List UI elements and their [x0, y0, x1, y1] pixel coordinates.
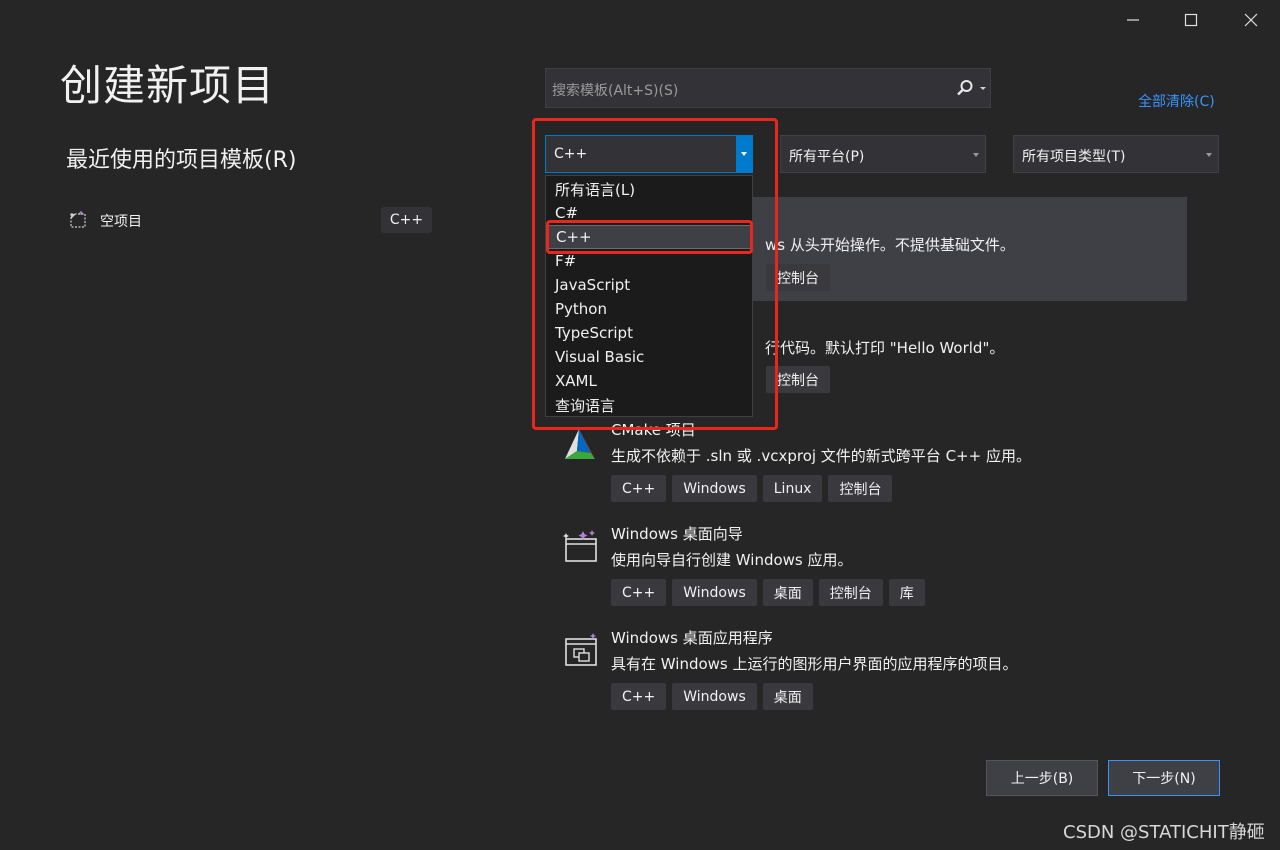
language-option-all[interactable]: 所有语言(L): [547, 177, 751, 201]
empty-project-icon: [69, 210, 89, 234]
language-option-javascript[interactable]: JavaScript: [547, 273, 751, 297]
template-desc: 生成不依赖于 .sln 或 .vcxproj 文件的新式跨平台 C++ 应用。: [611, 447, 1031, 465]
language-filter-value: C++: [554, 146, 588, 162]
search-input[interactable]: 搜索模板(Alt+S)(S): [552, 80, 678, 100]
template-tag: Windows: [672, 683, 757, 710]
template-tag: C++: [611, 683, 667, 710]
template-desc: 具有在 Windows 上运行的图形用户界面的应用程序的项目。: [611, 655, 1018, 673]
close-button[interactable]: [1226, 6, 1276, 34]
language-option-csharp[interactable]: C#: [547, 201, 751, 225]
template-desc: 使用向导自行创建 Windows 应用。: [611, 551, 853, 569]
next-button[interactable]: 下一步(N): [1108, 760, 1220, 796]
language-option-query[interactable]: 查询语言: [547, 393, 751, 417]
language-option-visual-basic[interactable]: Visual Basic: [547, 345, 751, 369]
chevron-down-icon[interactable]: [736, 136, 752, 172]
template-tag: Windows: [672, 579, 757, 606]
template-tag: C++: [611, 579, 667, 606]
platform-filter-dropdown[interactable]: 所有平台(P): [780, 135, 986, 173]
maximize-button[interactable]: [1166, 6, 1216, 34]
back-button[interactable]: 上一步(B): [986, 760, 1098, 796]
template-tag: Windows: [672, 475, 757, 502]
wizard-icon: [561, 527, 601, 567]
clear-all-link[interactable]: 全部清除(C): [1138, 91, 1215, 111]
template-desc: ws 从头开始操作。不提供基础文件。: [765, 236, 1015, 254]
chevron-down-icon: [1206, 153, 1212, 157]
template-item-cmake[interactable]: CMake 项目 生成不依赖于 .sln 或 .vcxproj 文件的新式跨平台…: [545, 415, 1187, 519]
template-tag: 控制台: [818, 579, 883, 606]
template-desc: 行代码。默认打印 "Hello World"。: [765, 339, 1005, 357]
language-option-xaml[interactable]: XAML: [547, 369, 751, 393]
template-tag: 桌面: [762, 683, 813, 710]
template-name: CMake 项目: [611, 421, 696, 439]
search-box[interactable]: 搜索模板(Alt+S)(S): [545, 68, 991, 108]
template-tag: 控制台: [766, 366, 830, 393]
template-name: Windows 桌面向导: [611, 525, 743, 543]
recent-item-label: 空项目: [100, 214, 142, 230]
project-type-filter-value: 所有项目类型(T): [1022, 149, 1126, 165]
close-icon: [1244, 13, 1258, 27]
platform-filter-value: 所有平台(P): [789, 149, 865, 165]
project-type-filter-dropdown[interactable]: 所有项目类型(T): [1013, 135, 1219, 173]
language-option-cpp[interactable]: C++: [547, 225, 751, 249]
recent-templates-title: 最近使用的项目模板(R): [66, 148, 297, 173]
language-option-fsharp[interactable]: F#: [547, 249, 751, 273]
desktop-app-icon: [561, 631, 601, 671]
language-option-python[interactable]: Python: [547, 297, 751, 321]
language-filter-dropdown[interactable]: C++: [545, 135, 753, 173]
cmake-icon: [561, 423, 601, 463]
template-tag: 控制台: [828, 475, 893, 502]
template-tag: Linux: [762, 475, 823, 502]
template-tag: 桌面: [762, 579, 813, 606]
template-name: Windows 桌面应用程序: [611, 629, 773, 647]
template-item-desktop-app[interactable]: Windows 桌面应用程序 具有在 Windows 上运行的图形用户界面的应用…: [545, 623, 1187, 727]
minimize-icon: [1127, 19, 1139, 21]
recent-item-tag: C++: [381, 207, 432, 233]
page-title: 创建新项目: [60, 61, 276, 110]
template-item-desktop-wizard[interactable]: Windows 桌面向导 使用向导自行创建 Windows 应用。 C++ Wi…: [545, 519, 1187, 623]
search-options-chevron-icon[interactable]: [980, 87, 986, 90]
minimize-button[interactable]: [1108, 6, 1158, 34]
search-icon[interactable]: [956, 79, 974, 101]
language-dropdown-list[interactable]: 所有语言(L) C# C++ F# JavaScript Python Type…: [545, 175, 753, 417]
maximize-icon: [1184, 13, 1198, 27]
language-option-typescript[interactable]: TypeScript: [547, 321, 751, 345]
template-tag: C++: [611, 475, 667, 502]
template-tag: 控制台: [766, 264, 830, 291]
template-tag: 库: [888, 579, 925, 606]
watermark-text: CSDN @STATICHIT静砸: [1063, 822, 1265, 843]
chevron-down-icon: [973, 153, 979, 157]
recent-item-empty-project[interactable]: 空项目 C++: [60, 202, 440, 238]
